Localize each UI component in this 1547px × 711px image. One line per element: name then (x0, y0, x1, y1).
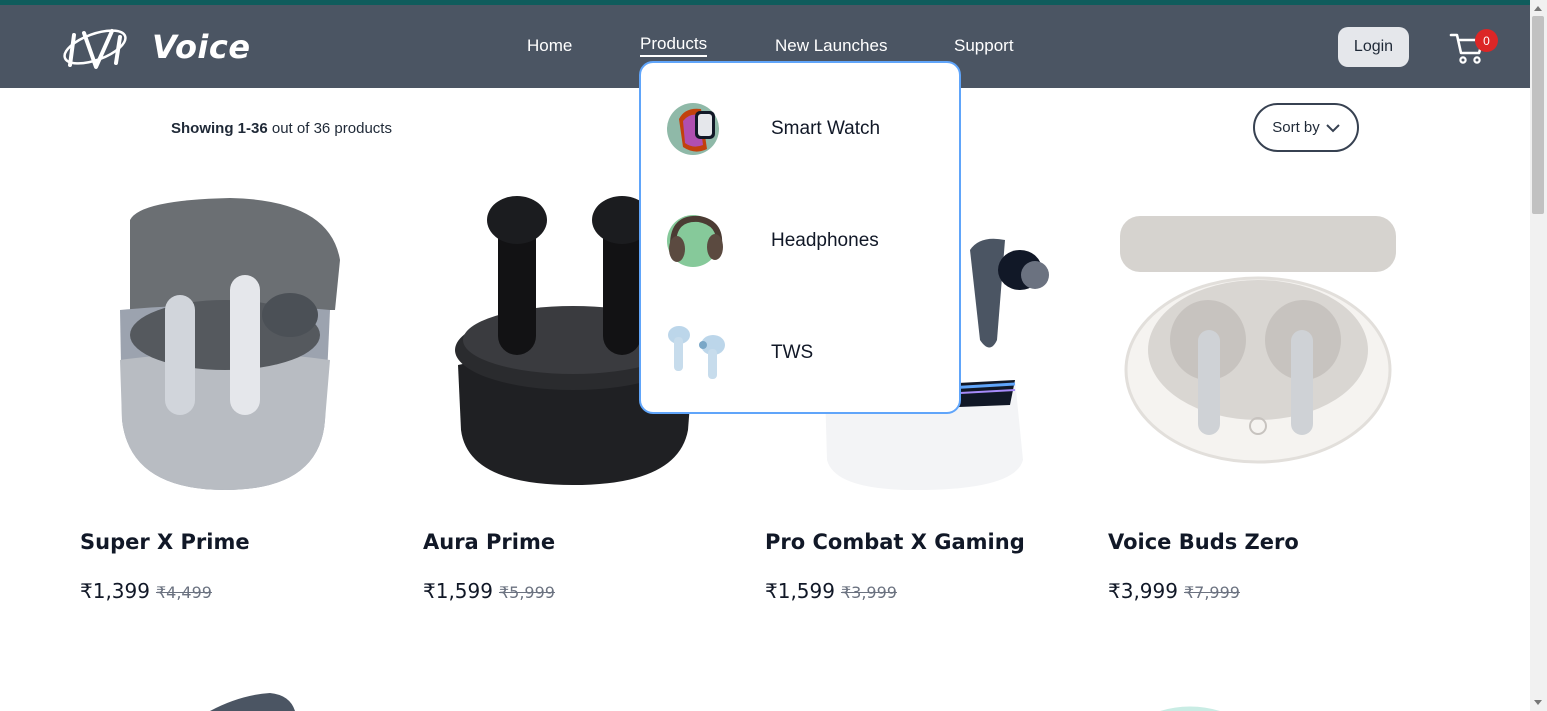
product-card[interactable]: Super X Prime ₹1,399 ₹4,499 (80, 190, 390, 603)
results-count: Showing 1-36 out of 36 products (171, 120, 392, 137)
menu-item-label: Smart Watch (771, 118, 881, 139)
product-name[interactable]: Voice Buds Zero (1108, 530, 1299, 554)
scrollbar-thumb[interactable] (1532, 16, 1544, 214)
voice-logo-icon (63, 29, 127, 69)
product-card[interactable]: Voice Buds Zero ₹3,999 ₹7,999 (1108, 190, 1418, 603)
nav-support[interactable]: Support (954, 36, 1014, 56)
showing-range: 1-36 (237, 120, 268, 137)
sale-price: ₹1,599 (423, 579, 493, 603)
cart-count-badge: 0 (1475, 29, 1498, 52)
scroll-up-arrow-icon[interactable] (1534, 6, 1542, 11)
sort-by-label: Sort by (1272, 119, 1320, 136)
original-price: ₹5,999 (498, 583, 555, 602)
product-price: ₹1,599 ₹5,999 (423, 579, 555, 603)
menu-item-tws[interactable]: TWS (665, 323, 945, 383)
product-price: ₹1,399 ₹4,499 (80, 579, 212, 603)
sale-price: ₹1,399 (80, 579, 150, 603)
menu-item-smart-watch[interactable]: Smart Watch (665, 99, 945, 159)
products-dropdown-menu: Smart Watch Headphones TWS (639, 61, 961, 414)
headphones-thumb-icon (667, 215, 723, 267)
earbuds-thumb-icon (668, 326, 725, 379)
nav-products[interactable]: Products (640, 34, 708, 57)
product-image-voice-buds-zero[interactable] (1108, 190, 1398, 500)
menu-item-label: TWS (771, 342, 814, 363)
sale-price: ₹1,599 (765, 579, 835, 603)
product-image-peek[interactable] (1150, 704, 1230, 711)
product-price: ₹1,599 ₹3,999 (765, 579, 897, 603)
brand-name: Voice (152, 28, 251, 66)
login-button[interactable]: Login (1338, 27, 1409, 67)
menu-item-label: Headphones (771, 230, 879, 251)
nav-home[interactable]: Home (527, 36, 572, 56)
original-price: ₹7,999 (1183, 583, 1240, 602)
original-price: ₹3,999 (840, 583, 897, 602)
product-name[interactable]: Super X Prime (80, 530, 250, 554)
menu-item-headphones[interactable]: Headphones (665, 211, 945, 271)
nav-new-launches[interactable]: New Launches (775, 36, 887, 56)
product-price: ₹3,999 ₹7,999 (1108, 579, 1240, 603)
scroll-down-arrow-icon[interactable] (1534, 700, 1542, 705)
sort-by-button[interactable]: Sort by (1253, 103, 1359, 152)
brand-logo[interactable]: Voice (60, 21, 251, 73)
chevron-down-icon (1326, 123, 1340, 132)
original-price: ₹4,499 (155, 583, 212, 602)
product-name[interactable]: Pro Combat X Gaming (765, 530, 1025, 554)
sale-price: ₹3,999 (1108, 579, 1178, 603)
product-name[interactable]: Aura Prime (423, 530, 555, 554)
smartwatch-thumb-icon (667, 103, 719, 155)
product-image-super-x-prime[interactable] (80, 190, 370, 500)
product-image-peek[interactable] (200, 690, 310, 711)
page-scrollbar[interactable] (1530, 0, 1547, 711)
showing-prefix: Showing (171, 120, 234, 137)
showing-suffix: out of 36 products (271, 120, 392, 137)
